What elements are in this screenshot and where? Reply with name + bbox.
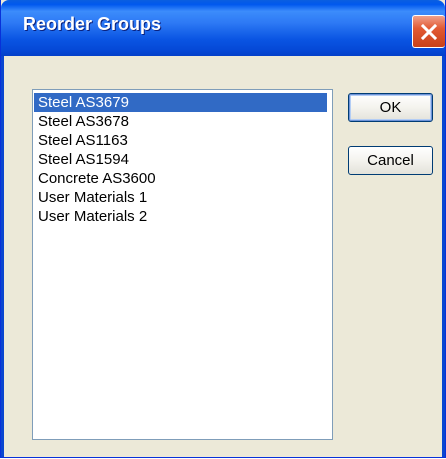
list-item[interactable]: Steel AS3678 [34,112,327,131]
window-frame-left [1,56,4,457]
list-item[interactable]: Concrete AS3600 [34,169,327,188]
cancel-button[interactable]: Cancel [348,146,433,175]
close-button[interactable] [412,15,445,48]
close-icon [420,23,438,41]
list-item[interactable]: User Materials 2 [34,207,327,226]
groups-listbox[interactable]: Steel AS3679 Steel AS3678 Steel AS1163 S… [32,89,333,440]
title-bar[interactable]: Reorder Groups [1,0,445,56]
reorder-groups-dialog: Reorder Groups Steel AS3679 Steel AS3678… [0,0,446,458]
list-item[interactable]: Steel AS3679 [34,93,327,112]
list-item[interactable]: Steel AS1594 [34,150,327,169]
list-item[interactable]: Steel AS1163 [34,131,327,150]
ok-button[interactable]: OK [348,93,433,122]
window-frame-right [442,56,445,457]
dialog-title: Reorder Groups [23,14,162,34]
list-item[interactable]: User Materials 1 [34,188,327,207]
